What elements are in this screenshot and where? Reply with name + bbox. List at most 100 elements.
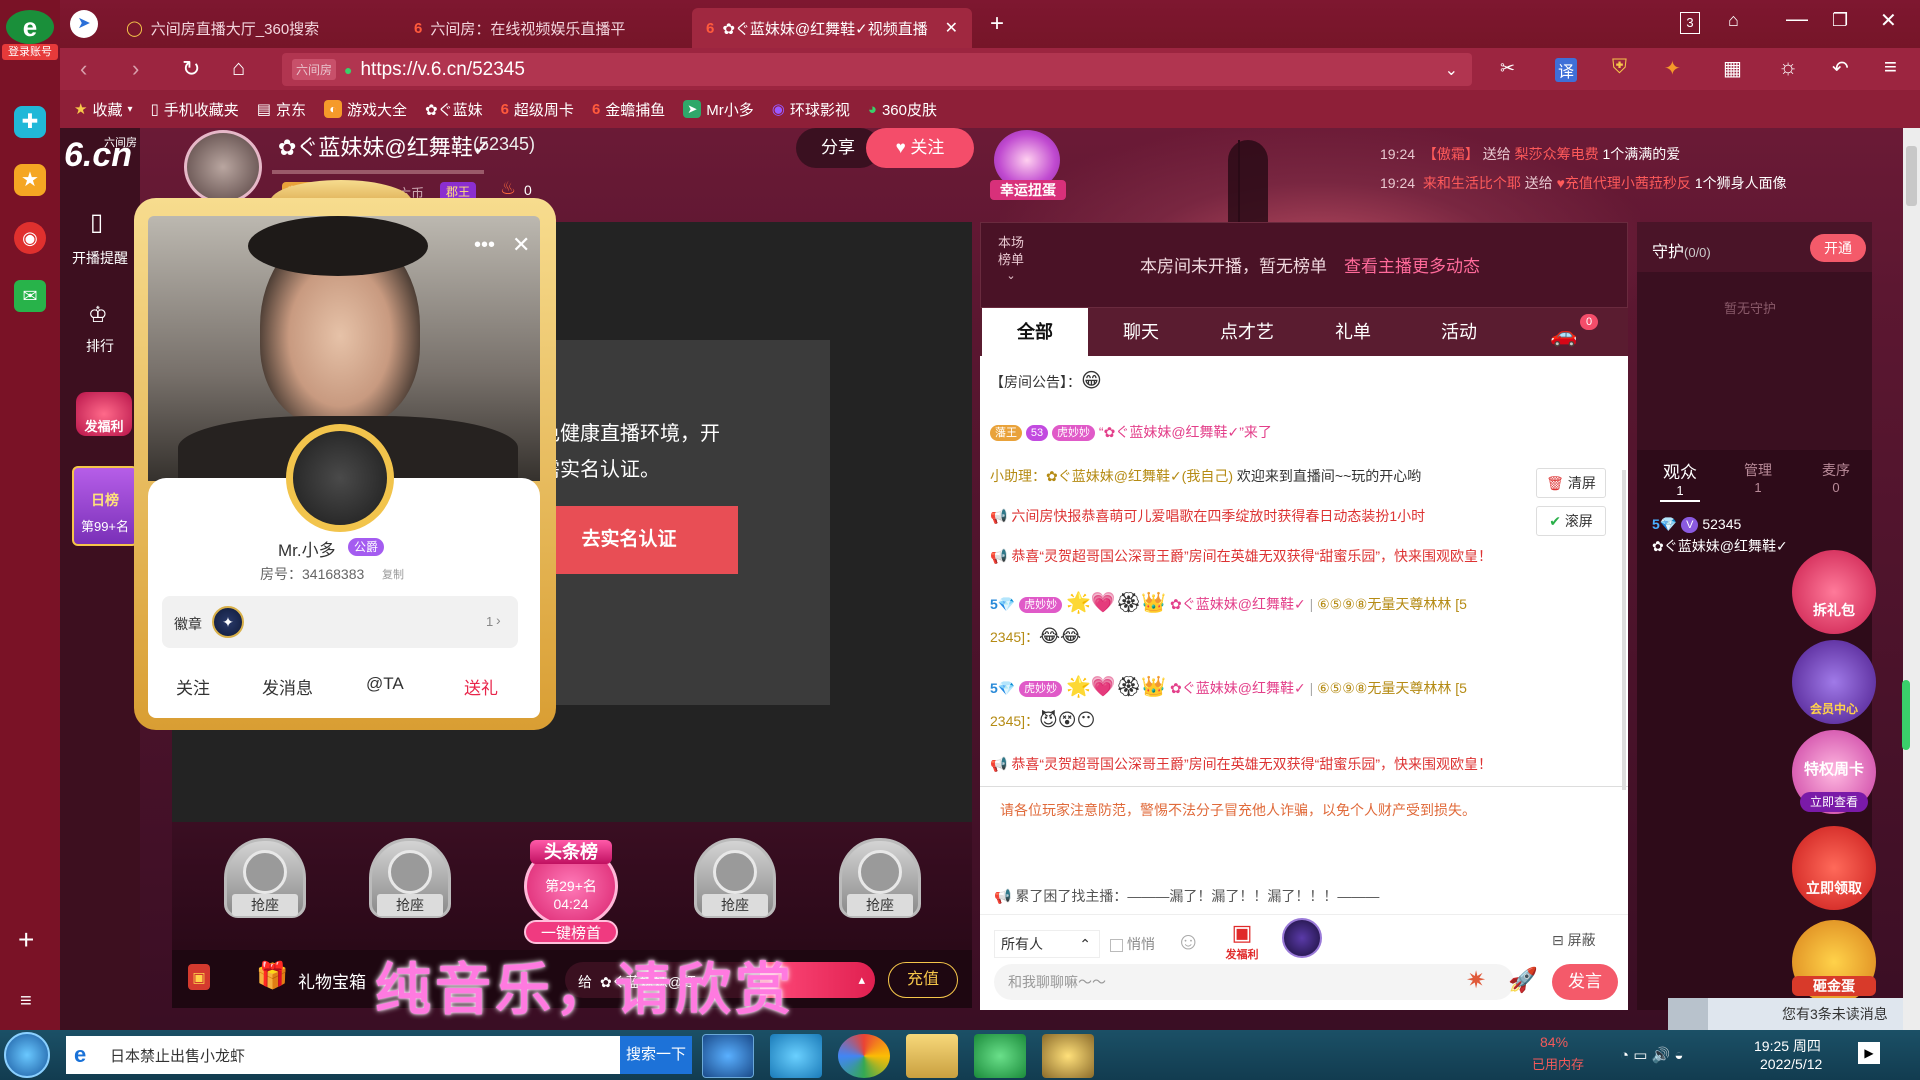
scissors-icon[interactable]: ✂ bbox=[1500, 58, 1515, 79]
cannon-icon[interactable]: ✷ bbox=[1466, 966, 1486, 995]
bookmark-live-room[interactable]: ✿ぐ蓝妹 bbox=[425, 99, 483, 120]
card-message-button[interactable]: 发消息 bbox=[262, 674, 313, 699]
tab-6cn-home[interactable]: 6 六间房：在线视频娱乐直播平 bbox=[400, 8, 680, 48]
close-window-icon[interactable]: ✕ bbox=[1880, 8, 1897, 33]
forward-icon[interactable]: › bbox=[132, 56, 139, 82]
tab-activity[interactable]: 活动 bbox=[1406, 308, 1512, 356]
headline-rank-widget[interactable]: 头条榜 第29+名 04:24 一键榜首 bbox=[500, 830, 642, 946]
close-card-icon[interactable]: ✕ bbox=[512, 232, 530, 258]
menu-icon[interactable]: ≡ bbox=[1884, 54, 1897, 80]
block-button[interactable]: ⊟ 屏蔽 bbox=[1552, 930, 1596, 950]
seat-3[interactable]: 抢座 bbox=[680, 832, 790, 942]
rocket-icon[interactable]: 🚀 bbox=[1508, 966, 1538, 995]
recharge-button[interactable]: 充值 bbox=[888, 962, 958, 998]
ie-browser-icon[interactable] bbox=[770, 1034, 822, 1078]
chrome-icon[interactable] bbox=[838, 1034, 890, 1078]
send-button[interactable]: 发言 bbox=[1552, 964, 1618, 1000]
back-icon[interactable]: ‹ bbox=[80, 56, 87, 82]
lucky-egg-label[interactable]: 幸运扭蛋 bbox=[990, 180, 1066, 200]
reload-icon[interactable]: ↻ bbox=[182, 56, 200, 82]
taskbar-search-button[interactable]: 搜索一下 bbox=[620, 1036, 692, 1074]
shirt-skin-icon[interactable]: ⌂ bbox=[1728, 10, 1739, 31]
close-tab-icon[interactable]: ✕ bbox=[945, 18, 958, 38]
shield-icon[interactable]: ⛨ bbox=[1612, 56, 1627, 79]
claim-red-packet[interactable]: 立即领取 bbox=[1792, 826, 1876, 910]
nav-live-reminder[interactable]: 开播提醒 bbox=[60, 248, 140, 268]
seat-2[interactable]: 抢座 bbox=[355, 832, 465, 942]
tray-icons[interactable]: ◔ ▭ 🔊 ◒ bbox=[1620, 1046, 1683, 1064]
chevron-down-icon[interactable]: ⌄ bbox=[1445, 60, 1458, 80]
bookmark-mr-xiaoduo[interactable]: ➤ Mr小多 bbox=[683, 99, 754, 120]
copy-link[interactable]: 复制 bbox=[382, 566, 404, 582]
k-app-icon[interactable] bbox=[702, 1034, 754, 1078]
taskbar-search-input[interactable]: 日本禁止出售小龙虾 bbox=[66, 1036, 626, 1074]
new-tab-icon[interactable]: + bbox=[990, 10, 1004, 38]
bookmark-skins[interactable]: ◕ 360皮肤 bbox=[868, 99, 937, 120]
grid-icon[interactable]: ▦ bbox=[1723, 56, 1742, 81]
tab-audience[interactable]: 观众 1 bbox=[1650, 458, 1710, 502]
audience-select[interactable]: 所有人 ⌃ bbox=[994, 930, 1100, 958]
navigation-arrow-icon[interactable]: ➤ bbox=[70, 10, 98, 38]
card-mention-button[interactable]: @TA bbox=[366, 674, 404, 694]
audience-item[interactable]: 5💎 V 52345 bbox=[1652, 516, 1741, 534]
bookmark-mobile[interactable]: ▯ 手机收藏夹 bbox=[151, 99, 239, 120]
bookmark-movies[interactable]: ◉ 环球影视 bbox=[772, 99, 850, 120]
ranking-link[interactable]: 查看主播更多动态 bbox=[1344, 252, 1480, 277]
chat-scrollbar[interactable] bbox=[1622, 470, 1626, 790]
emoji-icon[interactable]: ☺ bbox=[1176, 928, 1201, 956]
scroll-thumb[interactable] bbox=[1906, 146, 1917, 206]
tab-giftlist[interactable]: 礼单 bbox=[1300, 308, 1406, 356]
ranking-label[interactable]: 本场 榜单 ⌄ bbox=[998, 234, 1024, 285]
game-controller-icon[interactable]: ✦ bbox=[1664, 56, 1681, 81]
tab-all[interactable]: 全部 bbox=[982, 308, 1088, 356]
bookmark-fishing[interactable]: 6 金蟾捕鱼 bbox=[592, 99, 665, 120]
crown-icon[interactable]: ♔ bbox=[88, 302, 108, 328]
bookmark-weekly-card[interactable]: 6 超级周卡 bbox=[501, 99, 574, 120]
privilege-weekly-card[interactable]: 特权周卡 立即查看 bbox=[1792, 730, 1876, 814]
guard-open-button[interactable]: 开通 bbox=[1810, 234, 1866, 262]
tab-live-room[interactable]: 6 ✿ぐ蓝妹妹@红舞鞋✓视频直播 ✕ bbox=[692, 8, 972, 48]
scroll-screen-button[interactable]: ✔ 滚屏 bbox=[1536, 506, 1606, 536]
top-rank-button[interactable]: 一键榜首 bbox=[524, 920, 618, 944]
tab-managers[interactable]: 管理 1 bbox=[1728, 460, 1788, 495]
undo-icon[interactable]: ↶ bbox=[1832, 56, 1849, 81]
brightness-icon[interactable]: ☼ bbox=[1778, 54, 1798, 80]
page-scrollbar[interactable] bbox=[1903, 128, 1920, 1030]
tab-mic-queue[interactable]: 麦序 0 bbox=[1806, 460, 1866, 495]
url-field[interactable]: 六间房 ● https://v.6.cn/52345 ⌄ bbox=[282, 53, 1472, 86]
seat-1[interactable]: 抢座 bbox=[210, 832, 320, 942]
open-gift-pack[interactable]: 拆礼包 bbox=[1792, 550, 1876, 634]
side-scroll-indicator[interactable] bbox=[1902, 680, 1910, 750]
tab-360-search[interactable]: ◯ 六间房直播大厅_360搜索 bbox=[112, 8, 392, 48]
benefit-button[interactable]: ▣ 发福利 bbox=[1222, 920, 1262, 964]
car-icon[interactable]: 🚗 bbox=[1550, 322, 1577, 348]
add-app-icon[interactable]: + bbox=[18, 924, 34, 956]
member-center[interactable]: 会员中心 bbox=[1792, 640, 1876, 724]
card-follow-button[interactable]: 关注 bbox=[176, 674, 210, 699]
plus-app-icon[interactable]: ✚ bbox=[14, 106, 46, 138]
bookmark-jd[interactable]: ▤ 京东 bbox=[257, 99, 306, 120]
follow-button[interactable]: ♥ 关注 bbox=[866, 128, 974, 168]
chat-input[interactable]: 和我聊聊嘛～～ bbox=[994, 964, 1514, 1000]
translate-button[interactable]: 译 bbox=[1555, 58, 1578, 82]
tab-chat[interactable]: 聊天 bbox=[1088, 308, 1194, 356]
special-item-icon[interactable] bbox=[1282, 918, 1322, 958]
notification-icon[interactable]: ▶ bbox=[1858, 1042, 1880, 1064]
treasure-label[interactable]: 礼物宝箱 bbox=[298, 968, 366, 993]
clear-screen-button[interactable]: 🗑 清屏 bbox=[1536, 468, 1606, 498]
star-app-icon[interactable]: ★ bbox=[14, 164, 46, 196]
seat-4[interactable]: 抢座 bbox=[825, 832, 935, 942]
nav-ranking[interactable]: 排行 bbox=[60, 336, 140, 356]
bookmark-games[interactable]: ◐ 游戏大全 bbox=[323, 99, 407, 120]
whisper-checkbox[interactable]: 悄悄 bbox=[1110, 934, 1155, 954]
phone-reminder-icon[interactable]: ▯ bbox=[90, 208, 103, 237]
avatar-app-icon[interactable] bbox=[1042, 1034, 1094, 1078]
minimize-icon[interactable]: — bbox=[1786, 6, 1808, 32]
tab-count-badge[interactable]: 3 bbox=[1680, 12, 1700, 34]
restore-icon[interactable]: ❐ bbox=[1832, 10, 1848, 31]
bookmark-favorites[interactable]: ★ 收藏 ▾ bbox=[74, 99, 133, 120]
weibo-icon[interactable]: ◉ bbox=[14, 222, 46, 254]
login-button[interactable]: 登录账号 bbox=[2, 44, 58, 60]
unread-message-notice[interactable]: 您有3条未读消息 bbox=[1668, 998, 1903, 1030]
profile-avatar[interactable] bbox=[286, 424, 394, 532]
